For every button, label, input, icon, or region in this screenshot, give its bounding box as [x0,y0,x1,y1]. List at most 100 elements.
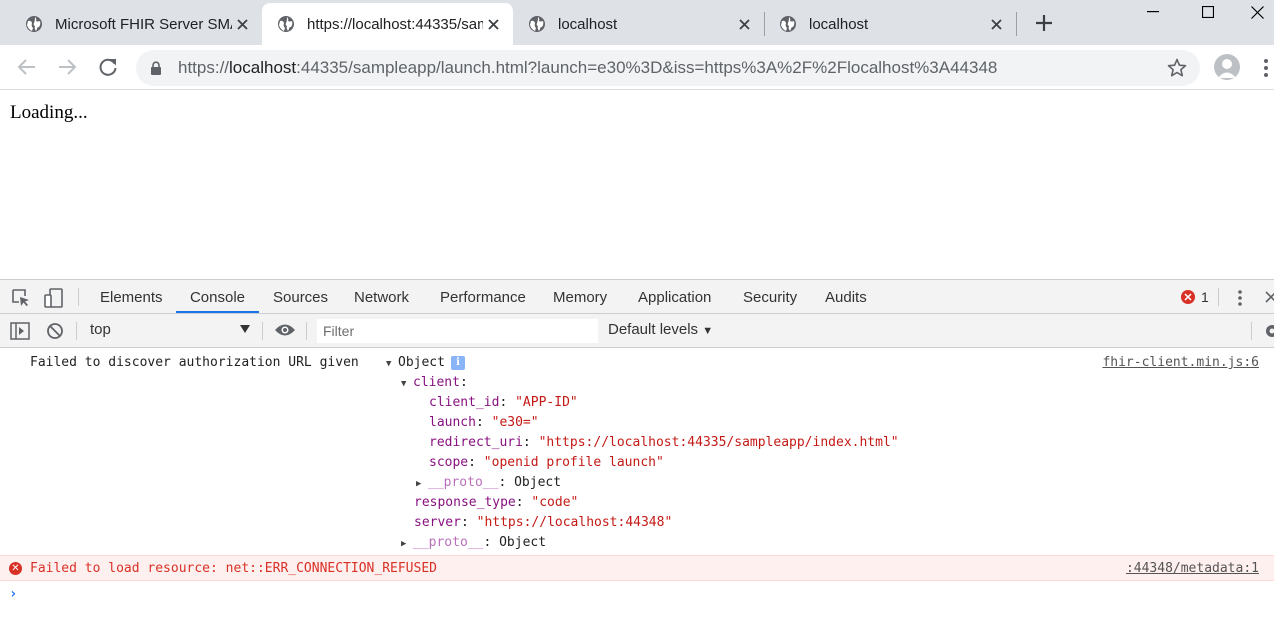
window-close-button[interactable] [1240,0,1274,24]
error-counter[interactable]: ✕ 1 [1181,289,1209,305]
property-value: "openid profile launch" [483,455,664,470]
browser-toolbar: https://localhost:44335/sampleapp/launch… [0,45,1274,90]
property-value: "APP-ID" [515,395,578,410]
tab-title: https://localhost:44335/sampleapp [307,15,483,33]
property-value: "https://localhost:44335/sampleapp/index… [538,435,899,450]
browser-tab-2[interactable]: https://localhost:44335/sampleapp [262,3,513,45]
collapsed-triangle-icon: ▶ [416,479,422,489]
forward-arrow-icon[interactable] [55,55,79,79]
devtools-tab-sources[interactable]: Sources [273,280,328,313]
object-property-proto[interactable]: ▶ __proto__: Object [401,533,546,553]
console-settings-gear-icon[interactable] [1264,323,1274,339]
log-levels-dropdown[interactable]: Default levels ▼ [608,321,713,338]
property-key: __proto__ [413,535,484,550]
error-icon: ✕ [9,562,22,575]
property-value: Object [499,535,547,550]
devtools-tab-security[interactable]: Security [743,280,797,313]
dropdown-arrow-icon: ▼ [702,325,714,337]
property-key: launch [429,415,476,430]
console-error-row: ✕ Failed to load resource: net::ERR_CONN… [0,555,1274,581]
browser-tab-3[interactable]: localhost [513,3,764,45]
console-output: Failed to discover authorization URL giv… [0,349,1274,624]
devtools-tab-audits[interactable]: Audits [825,280,867,313]
object-property-scope: scope: "openid profile launch" [429,455,664,470]
console-prompt-chevron-icon[interactable]: › [9,586,17,602]
property-key: redirect_uri [429,435,523,450]
log-levels-label: Default levels [608,321,699,338]
toolbar-divider [306,322,307,340]
property-key: __proto__ [428,475,499,490]
window-close-icon [1250,5,1264,19]
url-text[interactable]: https://localhost:44335/sampleapp/launch… [178,58,997,78]
property-key: client [413,375,460,390]
address-bar[interactable]: https://localhost:44335/sampleapp/launch… [136,50,1200,86]
object-property-proto[interactable]: ▶ __proto__: Object [416,473,561,493]
tab-title: Microsoft FHIR Server SMART [55,15,232,33]
source-link[interactable]: fhir-client.min.js:6 [1102,355,1259,370]
close-tab-icon[interactable] [986,14,1006,34]
close-tab-icon[interactable] [483,14,503,34]
dropdown-arrow-icon[interactable] [240,325,250,333]
collapsed-triangle-icon: ▶ [401,539,407,549]
console-toolbar: top Default levels ▼ [0,314,1274,348]
maximize-button[interactable] [1185,0,1231,24]
property-value: Object [514,475,562,490]
object-property-response-type: response_type: "code" [414,495,579,510]
devtools-menu-icon[interactable] [1232,288,1248,308]
clear-console-icon[interactable] [46,322,64,340]
minimize-button[interactable] [1130,0,1176,24]
devtools-tab-memory[interactable]: Memory [553,280,607,313]
object-property-redirect-uri: redirect_uri: "https://localhost:44335/s… [429,435,899,450]
inspect-element-icon[interactable] [11,288,31,308]
tab-separator [1016,12,1017,36]
toolbar-divider [78,288,79,306]
object-property-client-id: client_id: "APP-ID" [429,395,578,410]
toolbar-divider [1251,322,1252,340]
property-value: "code" [531,495,579,510]
object-label: Object [398,355,445,370]
reload-icon[interactable] [96,55,120,79]
console-message-text: Failed to discover authorization URL giv… [30,355,359,370]
devtools-tab-application[interactable]: Application [638,280,711,313]
object-root[interactable]: ▼ Object i [386,353,465,373]
browser-menu-icon[interactable] [1258,57,1274,79]
close-tab-icon[interactable] [734,14,754,34]
browser-tab-1[interactable]: Microsoft FHIR Server SMART [0,3,262,45]
property-value: "https://localhost:44348" [476,515,673,530]
back-arrow-icon[interactable] [15,55,39,79]
toolbar-divider [1218,288,1219,306]
console-filter-input[interactable] [317,319,598,343]
property-value: "e30=" [491,415,539,430]
devtools-tab-network[interactable]: Network [354,280,409,313]
error-count: 1 [1201,289,1209,305]
context-selector[interactable]: top [90,321,111,338]
close-tab-icon[interactable] [232,14,252,34]
devtools-tab-elements[interactable]: Elements [100,280,163,313]
profile-avatar-icon[interactable] [1214,54,1240,80]
bookmark-star-icon[interactable] [1167,58,1187,78]
url-scheme: https:// [178,58,230,77]
sidebar-toggle-icon[interactable] [10,322,30,340]
loading-text: Loading... [10,102,88,123]
tab-title: localhost [558,15,618,33]
live-expression-eye-icon[interactable] [274,323,296,337]
tab-strip: Microsoft FHIR Server SMART https://loca… [0,0,1274,45]
devtools-panel: Elements Console Sources Network Perform… [0,279,1274,624]
source-link[interactable]: :44348/metadata:1 [1126,561,1259,576]
maximize-icon [1202,6,1214,18]
globe-icon [529,16,545,32]
expanded-triangle-icon: ▼ [401,379,407,389]
info-icon[interactable]: i [450,355,465,370]
url-path: :44335/sampleapp/launch.html?launch=e30%… [296,58,998,77]
lock-icon[interactable] [150,61,162,75]
browser-tab-4[interactable]: localhost [765,3,1016,45]
device-toolbar-icon[interactable] [44,288,64,308]
close-devtools-icon[interactable] [1265,291,1274,303]
tab-title: localhost [809,15,869,33]
expanded-triangle-icon: ▼ [386,359,392,369]
object-property-client[interactable]: ▼ client: [401,373,468,393]
devtools-tab-console[interactable]: Console [176,280,259,313]
devtools-tab-performance[interactable]: Performance [440,280,526,313]
new-tab-plus-icon[interactable] [1032,11,1056,35]
page-content: Loading... [0,91,1274,279]
